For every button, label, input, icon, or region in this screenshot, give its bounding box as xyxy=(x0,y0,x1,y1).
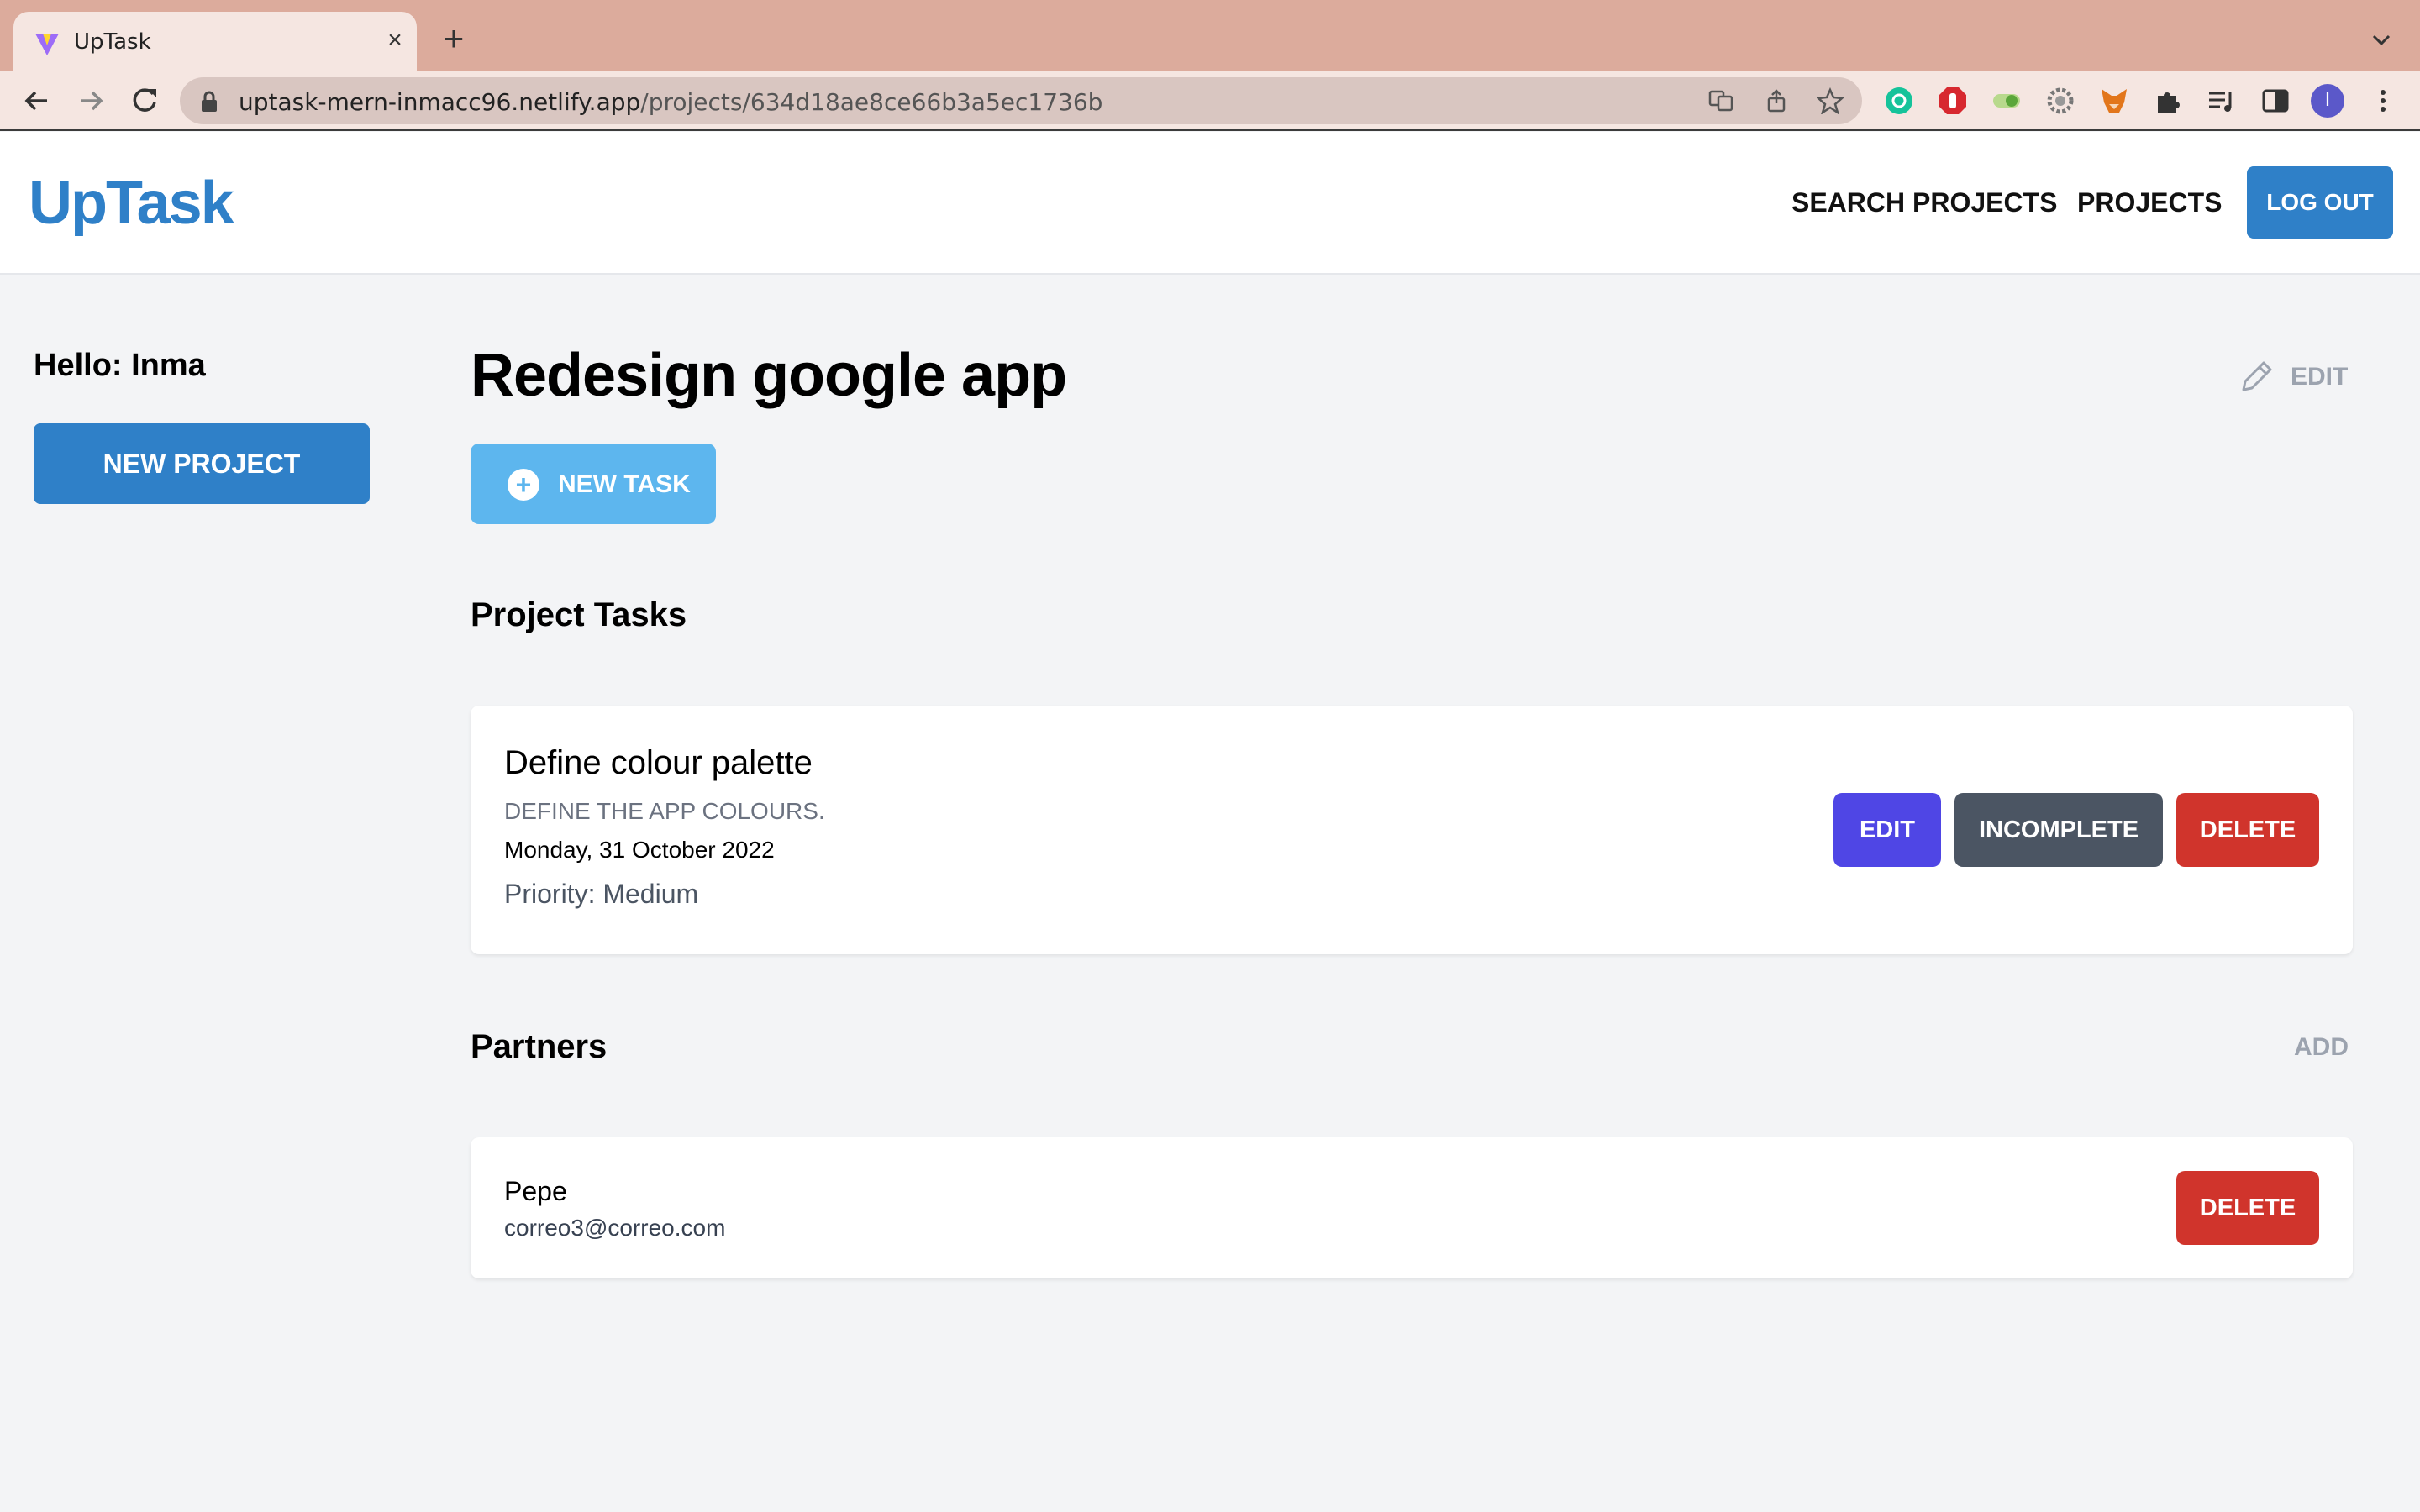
search-projects-link[interactable]: SEARCH PROJECTS xyxy=(1791,187,2058,218)
new-project-button[interactable]: NEW PROJECT xyxy=(34,423,370,504)
url-host: uptask-mern-inmacc96.netlify.app xyxy=(239,88,641,116)
translate-icon[interactable] xyxy=(1707,87,1734,114)
more-vertical-icon[interactable] xyxy=(2368,86,2398,116)
browser-tab[interactable]: UpTask × xyxy=(13,12,417,71)
partner-email: correo3@correo.com xyxy=(504,1215,726,1241)
tab-title: UpTask xyxy=(74,29,151,55)
new-task-label: NEW TASK xyxy=(558,470,691,498)
grammarly-icon[interactable] xyxy=(1884,86,1914,116)
task-date: Monday, 31 October 2022 xyxy=(504,837,775,863)
partner-delete-button[interactable]: DELETE xyxy=(2176,1171,2319,1245)
task-priority: Priority: Medium xyxy=(504,879,699,909)
chevron-down-icon[interactable] xyxy=(2366,25,2396,55)
task-delete-button[interactable]: DELETE xyxy=(2176,793,2319,867)
task-status-button[interactable]: INCOMPLETE xyxy=(1954,793,2163,867)
new-task-button[interactable]: + NEW TASK xyxy=(471,444,716,524)
task-description: DEFINE THE APP COLOURS. xyxy=(504,798,825,824)
task-edit-button[interactable]: EDIT xyxy=(1833,793,1941,867)
browser-tab-bar: UpTask × + xyxy=(0,0,2420,71)
lock-icon xyxy=(202,91,217,112)
gear-icon[interactable] xyxy=(2045,86,2075,116)
pencil-icon xyxy=(2242,361,2272,391)
puzzle-piece-icon[interactable] xyxy=(2153,86,2183,116)
reload-icon[interactable] xyxy=(126,82,163,119)
arrow-left-icon[interactable] xyxy=(18,82,55,119)
adblock-icon[interactable] xyxy=(1938,86,1968,116)
project-title: Redesign google app xyxy=(471,342,1067,409)
add-partner-link[interactable]: ADD xyxy=(2294,1033,2349,1062)
extension-toggle-icon[interactable] xyxy=(1991,86,2022,116)
greeting: Hello: Inma xyxy=(34,348,206,383)
tab-close-icon[interactable]: × xyxy=(380,25,410,55)
url-text: uptask-mern-inmacc96.netlify.app/project… xyxy=(239,88,1102,116)
address-bar[interactable]: uptask-mern-inmacc96.netlify.app/project… xyxy=(180,77,1862,124)
url-path: /projects/634d18ae8ce66b3a5ec1736b xyxy=(640,88,1103,116)
logout-button[interactable]: LOG OUT xyxy=(2247,166,2393,239)
edit-project-label: EDIT xyxy=(2291,363,2349,391)
partners-heading: Partners xyxy=(471,1028,608,1065)
browser-toolbar: uptask-mern-inmacc96.netlify.app/project… xyxy=(0,71,2420,131)
metamask-fox-icon[interactable] xyxy=(2099,86,2129,116)
star-icon[interactable] xyxy=(1817,87,1844,114)
plus-circle-icon: + xyxy=(508,469,539,501)
partner-card: Pepe correo3@correo.com DELETE xyxy=(471,1137,2353,1278)
tasks-heading: Project Tasks xyxy=(471,596,687,633)
partner-name: Pepe xyxy=(504,1176,567,1206)
projects-link[interactable]: PROJECTS xyxy=(2077,187,2222,218)
new-tab-button[interactable]: + xyxy=(435,21,472,56)
media-queue-icon[interactable] xyxy=(2207,86,2237,116)
task-card: Define colour palette DEFINE THE APP COL… xyxy=(471,706,2353,954)
profile-avatar[interactable]: I xyxy=(2311,84,2344,118)
app-header: UpTask SEARCH PROJECTS PROJECTS LOG OUT xyxy=(0,132,2420,275)
task-name: Define colour palette xyxy=(504,744,813,781)
app-logo[interactable]: UpTask xyxy=(29,169,234,238)
arrow-right-icon[interactable] xyxy=(72,82,109,119)
share-icon[interactable] xyxy=(1763,87,1790,114)
side-panel-icon[interactable] xyxy=(2260,86,2291,116)
vite-logo-icon xyxy=(35,34,59,55)
